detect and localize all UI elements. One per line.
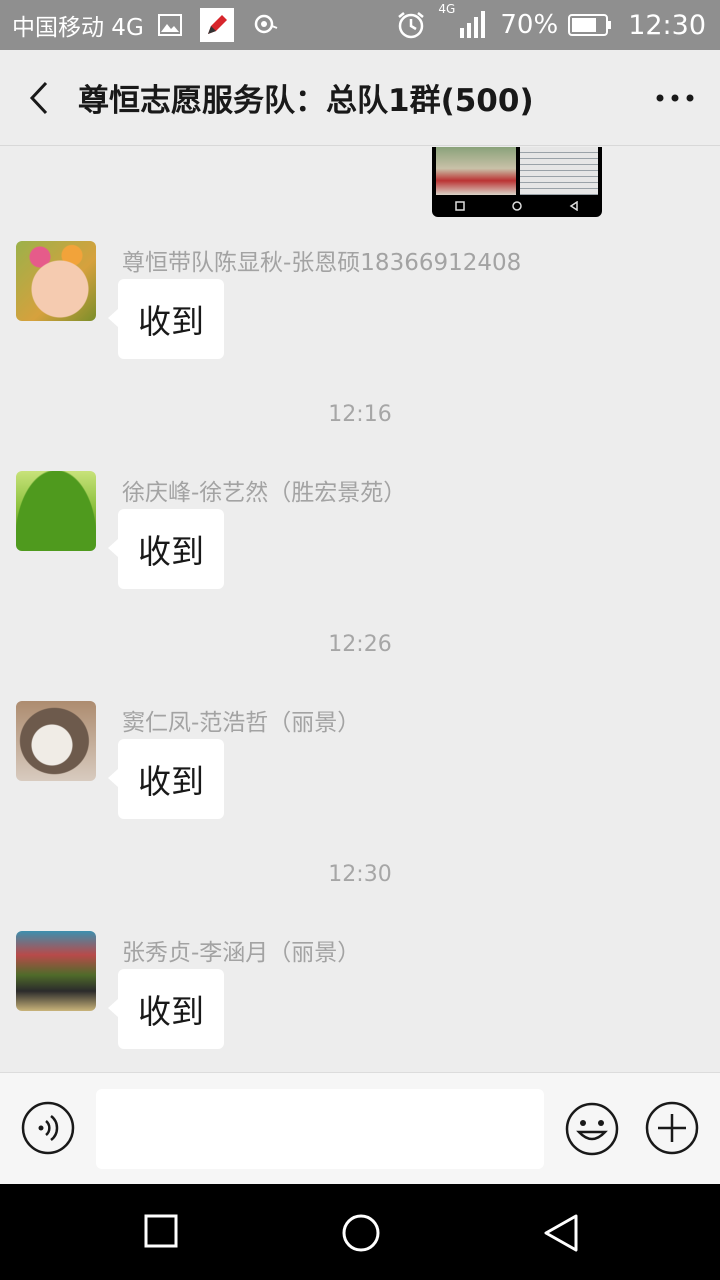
- chat-message-list[interactable]: 尊恒带队陈显秋-张恩硕18366912408 收到 12:16 徐庆峰-徐艺然（…: [0, 147, 720, 1072]
- message-timestamp: 12:26: [328, 632, 392, 657]
- image-message[interactable]: [432, 147, 602, 217]
- image-thumbnail: [436, 147, 516, 195]
- voice-button[interactable]: [21, 1101, 75, 1155]
- avatar[interactable]: [16, 241, 96, 321]
- recent-apps-button[interactable]: [144, 1214, 178, 1248]
- pencil-app-icon: [199, 8, 234, 42]
- image-thumbnail: [520, 147, 598, 195]
- sender-name: 徐庆峰-徐艺然（胜宏景苑）: [122, 480, 407, 506]
- message-timestamp: 12:30: [328, 862, 392, 887]
- system-back-button[interactable]: [540, 1212, 582, 1254]
- chat-message: 徐庆峰-徐艺然（胜宏景苑） 收到: [0, 471, 720, 591]
- chat-header: 尊恒志愿服务队：总队1群(500): [0, 50, 720, 146]
- avatar[interactable]: [16, 931, 96, 1011]
- message-timestamp: 12:16: [328, 402, 392, 427]
- status-bar: 中国移动 4G 4G 70% 12:30: [0, 0, 720, 50]
- message-input[interactable]: [96, 1089, 544, 1169]
- battery-icon: [568, 13, 612, 37]
- system-nav-bar: [0, 1184, 720, 1280]
- chat-message: 张秀贞-李涵月（丽景） 收到: [0, 931, 720, 1051]
- emoji-icon: [565, 1102, 619, 1156]
- signal-icon: 4G: [438, 2, 486, 40]
- message-bubble[interactable]: 收到: [108, 279, 224, 359]
- back-arrow-icon: [29, 81, 48, 114]
- plus-icon: [645, 1101, 699, 1155]
- home-button[interactable]: [340, 1212, 382, 1254]
- network-tag: 4G: [438, 2, 456, 16]
- chat-message: 尊恒带队陈显秋-张恩硕18366912408 收到: [0, 241, 720, 361]
- location-icon: [252, 12, 278, 38]
- screenshot-navbar: [432, 197, 602, 215]
- sender-name: 张秀贞-李涵月（丽景）: [122, 940, 361, 966]
- chat-title: 尊恒志愿服务队：总队1群(500): [78, 83, 534, 119]
- voice-icon: [21, 1101, 75, 1155]
- chat-message: 窦仁凤-范浩哲（丽景） 收到: [0, 701, 720, 821]
- input-bar: [0, 1072, 720, 1184]
- alarm-icon: [396, 10, 426, 40]
- sender-name: 窦仁凤-范浩哲（丽景）: [122, 710, 361, 736]
- message-bubble[interactable]: 收到: [108, 739, 224, 819]
- status-time: 12:30: [628, 9, 706, 41]
- more-button[interactable]: [630, 50, 720, 146]
- message-bubble[interactable]: 收到: [108, 969, 224, 1049]
- more-dots-icon: [656, 94, 694, 101]
- back-button[interactable]: [0, 50, 78, 146]
- sender-name: 尊恒带队陈显秋-张恩硕18366912408: [122, 250, 522, 276]
- back-icon: [544, 1214, 578, 1252]
- avatar[interactable]: [16, 471, 96, 551]
- message-bubble[interactable]: 收到: [108, 509, 224, 589]
- more-functions-button[interactable]: [645, 1101, 699, 1155]
- battery-percent: 70%: [500, 10, 559, 40]
- home-icon: [342, 1214, 380, 1252]
- carrier-label: 中国移动 4G: [12, 15, 144, 41]
- avatar[interactable]: [16, 701, 96, 781]
- emoji-button[interactable]: [564, 1101, 620, 1157]
- recent-apps-icon: [144, 1214, 178, 1248]
- image-icon: [157, 14, 182, 36]
